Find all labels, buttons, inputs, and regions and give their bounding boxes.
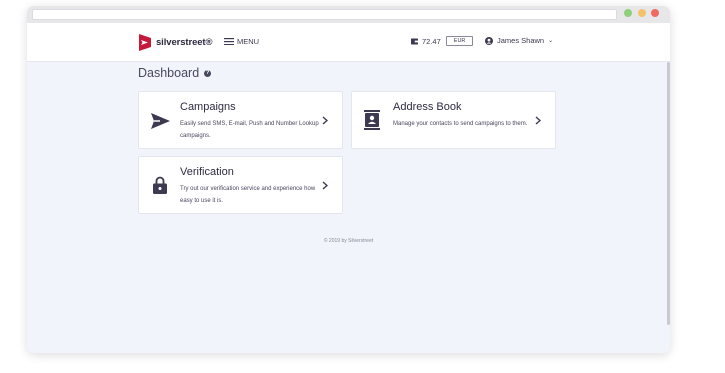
verification-description: Try out our verification service and exp… [180, 186, 316, 204]
address-bar[interactable] [32, 9, 617, 20]
close-button[interactable] [651, 9, 659, 17]
silverstreet-logo-icon [139, 33, 151, 51]
address-book-description: Manage your contacts to send campaigns t… [393, 121, 528, 127]
help-icon[interactable]: ? [204, 69, 212, 77]
chevron-right-icon [322, 181, 328, 190]
minimize-button[interactable] [638, 9, 646, 17]
menu-button[interactable]: MENU [224, 37, 259, 46]
brand-logo[interactable]: silverstreet® [138, 33, 213, 51]
browser-chrome [27, 6, 670, 23]
hamburger-icon [224, 38, 234, 45]
address-book-title: Address Book [393, 101, 462, 113]
maximize-button[interactable] [624, 9, 632, 17]
browser-window: silverstreet® MENU 72.47 EUR James Shawn… [27, 6, 670, 353]
campaigns-card[interactable]: Campaigns Easily send SMS, E-mail, Push … [138, 91, 343, 149]
balance-amount: 72.47 [422, 36, 441, 46]
campaigns-title: Campaigns [180, 101, 236, 113]
lock-icon [153, 176, 167, 194]
verification-card[interactable]: Verification Try out our verification se… [138, 156, 343, 214]
wallet-icon [411, 38, 418, 44]
menu-label: MENU [237, 37, 260, 46]
address-book-card[interactable]: Address Book Manage your contacts to sen… [351, 91, 556, 149]
verification-title: Verification [180, 166, 234, 178]
page-title-text: Dashboard [138, 66, 200, 80]
send-icon [151, 113, 170, 129]
chevron-right-icon [535, 116, 541, 125]
brand-name: silverstreet® [156, 36, 213, 48]
top-navigation: silverstreet® MENU 72.47 EUR James Shawn… [27, 23, 670, 62]
chevron-right-icon [322, 116, 328, 125]
page-title: Dashboard ? [138, 66, 212, 80]
address-book-icon [364, 110, 380, 130]
user-avatar-icon [485, 36, 493, 45]
currency-badge: EUR [445, 36, 474, 46]
account-balance[interactable]: 72.47 EUR [411, 36, 474, 46]
campaigns-description: Easily send SMS, E-mail, Push and Number… [180, 121, 319, 139]
user-name: James Shawn [497, 36, 545, 45]
chevron-down-icon: ⌄ [548, 38, 554, 44]
user-menu[interactable]: James Shawn ⌄ [485, 36, 553, 45]
footer-copyright: © 2019 by Silverstreet [323, 238, 374, 244]
scrollbar[interactable] [667, 62, 670, 325]
